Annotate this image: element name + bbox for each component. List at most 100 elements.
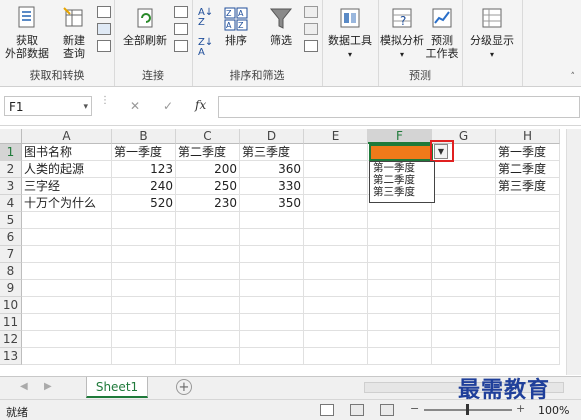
row-header-12[interactable]: 12: [0, 331, 22, 348]
cell-g11[interactable]: [432, 314, 496, 331]
cell-g12[interactable]: [432, 331, 496, 348]
cell-f1-selected[interactable]: [369, 144, 433, 161]
row-header-5[interactable]: 5: [0, 212, 22, 229]
data-tools-button[interactable]: 数据工具 ▾: [324, 6, 376, 61]
row-header-4[interactable]: 4: [0, 195, 22, 212]
cell-g7[interactable]: [432, 246, 496, 263]
enter-icon[interactable]: ✓: [163, 99, 173, 113]
cell-e6[interactable]: [304, 229, 368, 246]
name-box-dropdown-icon[interactable]: ▾: [83, 97, 88, 117]
cell-a10[interactable]: [22, 297, 112, 314]
column-header-e[interactable]: E: [304, 129, 368, 144]
clear-filter-icon[interactable]: [304, 6, 318, 18]
cell-a2[interactable]: 人类的起源: [22, 161, 112, 178]
cell-h3[interactable]: 第三季度: [496, 178, 560, 195]
row-header-6[interactable]: 6: [0, 229, 22, 246]
cell-h4[interactable]: [496, 195, 560, 212]
filter-button[interactable]: 筛选: [264, 6, 298, 47]
cell-b4[interactable]: 520: [112, 195, 176, 212]
cell-b13[interactable]: [112, 348, 176, 365]
cell-e10[interactable]: [304, 297, 368, 314]
row-header-3[interactable]: 3: [0, 178, 22, 195]
cell-g2[interactable]: [432, 161, 496, 178]
row-header-2[interactable]: 2: [0, 161, 22, 178]
cell-d9[interactable]: [240, 280, 304, 297]
outline-button[interactable]: 分级显示 ▾: [464, 6, 520, 61]
cell-f13[interactable]: [368, 348, 432, 365]
from-table-icon[interactable]: [97, 23, 111, 35]
formula-input[interactable]: [218, 96, 580, 118]
cell-e12[interactable]: [304, 331, 368, 348]
cell-g3[interactable]: [432, 178, 496, 195]
cell-a1[interactable]: 图书名称: [22, 144, 112, 161]
row-header-9[interactable]: 9: [0, 280, 22, 297]
cell-a9[interactable]: [22, 280, 112, 297]
cell-h5[interactable]: [496, 212, 560, 229]
cell-b7[interactable]: [112, 246, 176, 263]
cell-a5[interactable]: [22, 212, 112, 229]
cell-d12[interactable]: [240, 331, 304, 348]
cell-a3[interactable]: 三字经: [22, 178, 112, 195]
cell-e7[interactable]: [304, 246, 368, 263]
zoom-slider-thumb[interactable]: [466, 404, 469, 415]
cell-e11[interactable]: [304, 314, 368, 331]
cell-a13[interactable]: [22, 348, 112, 365]
cell-d5[interactable]: [240, 212, 304, 229]
cell-h13[interactable]: [496, 348, 560, 365]
cell-g8[interactable]: [432, 263, 496, 280]
cell-c6[interactable]: [176, 229, 240, 246]
cell-e5[interactable]: [304, 212, 368, 229]
cell-c3[interactable]: 250: [176, 178, 240, 195]
reapply-filter-icon[interactable]: [304, 23, 318, 35]
cell-d1[interactable]: 第三季度: [240, 144, 304, 161]
cell-c9[interactable]: [176, 280, 240, 297]
page-layout-view-icon[interactable]: [350, 404, 364, 416]
cell-h1[interactable]: 第一季度: [496, 144, 560, 161]
column-header-h[interactable]: H: [496, 129, 560, 144]
cell-f10[interactable]: [368, 297, 432, 314]
cell-e8[interactable]: [304, 263, 368, 280]
recent-sources-icon[interactable]: [97, 40, 111, 52]
cell-e1[interactable]: [304, 144, 368, 161]
column-header-c[interactable]: C: [176, 129, 240, 144]
cell-f11[interactable]: [368, 314, 432, 331]
row-header-11[interactable]: 11: [0, 314, 22, 331]
row-header-1[interactable]: 1: [0, 144, 22, 161]
cell-h6[interactable]: [496, 229, 560, 246]
cell-d3[interactable]: 330: [240, 178, 304, 195]
cell-c5[interactable]: [176, 212, 240, 229]
cell-c13[interactable]: [176, 348, 240, 365]
cell-c10[interactable]: [176, 297, 240, 314]
new-query-button[interactable]: 新建 查询: [54, 6, 94, 60]
row-header-10[interactable]: 10: [0, 297, 22, 314]
cell-c7[interactable]: [176, 246, 240, 263]
cell-f7[interactable]: [368, 246, 432, 263]
cell-e2[interactable]: [304, 161, 368, 178]
cell-h8[interactable]: [496, 263, 560, 280]
properties-icon[interactable]: [174, 23, 188, 35]
cell-g9[interactable]: [432, 280, 496, 297]
cell-h10[interactable]: [496, 297, 560, 314]
sort-desc-button[interactable]: Z↓ A: [198, 38, 213, 58]
dropdown-option[interactable]: 第三季度: [370, 186, 434, 198]
cell-c1[interactable]: 第二季度: [176, 144, 240, 161]
column-header-a[interactable]: A: [22, 129, 112, 144]
normal-view-icon[interactable]: [320, 404, 334, 416]
cell-h9[interactable]: [496, 280, 560, 297]
cell-d6[interactable]: [240, 229, 304, 246]
zoom-level[interactable]: 100%: [538, 404, 569, 417]
cell-d8[interactable]: [240, 263, 304, 280]
cell-h2[interactable]: 第二季度: [496, 161, 560, 178]
cell-h12[interactable]: [496, 331, 560, 348]
new-sheet-button[interactable]: +: [176, 379, 192, 395]
cell-a6[interactable]: [22, 229, 112, 246]
sort-asc-button[interactable]: A↓ Z: [198, 8, 213, 28]
cell-b2[interactable]: 123: [112, 161, 176, 178]
cell-e13[interactable]: [304, 348, 368, 365]
tab-scroll-left-icon[interactable]: ◀: [20, 381, 28, 392]
cell-d11[interactable]: [240, 314, 304, 331]
cell-b5[interactable]: [112, 212, 176, 229]
cell-b11[interactable]: [112, 314, 176, 331]
cell-g6[interactable]: [432, 229, 496, 246]
page-break-view-icon[interactable]: [380, 404, 394, 416]
